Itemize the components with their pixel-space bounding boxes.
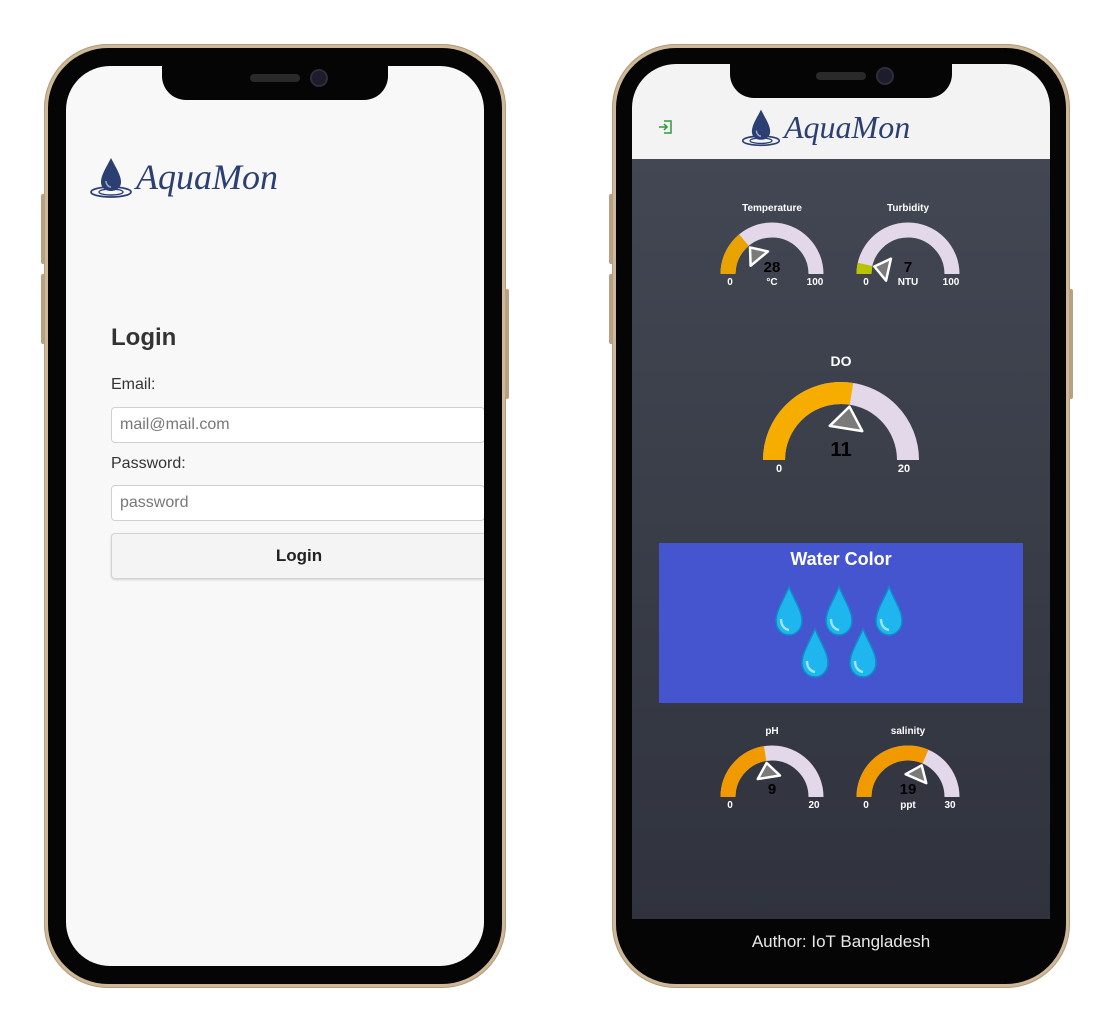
dashboard-phone-frame: AquaMon Temperature 28 0 °C 100 Turbidit…: [609, 44, 1073, 988]
password-field[interactable]: [111, 485, 484, 521]
brand-name: AquaMon: [784, 108, 911, 145]
gauge-unit: ppt: [900, 800, 916, 811]
salinity-gauge: salinity 19 0 ppt 30: [632, 159, 1050, 819]
speaker-grille: [816, 72, 866, 80]
dashboard-panel: Temperature 28 0 °C 100 Turbidity 7 0 NT…: [632, 159, 1050, 919]
phone-side-button: [609, 194, 613, 264]
footer-author: Author: IoT Bangladesh: [751, 932, 931, 951]
phone-side-button: [41, 194, 45, 264]
water-drop-logo-icon: [90, 158, 132, 198]
login-heading: Login: [111, 324, 177, 351]
email-field[interactable]: [111, 407, 484, 443]
brand-name: AquaMon: [136, 157, 278, 197]
phone-side-button: [505, 289, 509, 399]
login-phone-frame: AquaMon Login Email: Password: Login: [41, 44, 509, 988]
speaker-grille: [250, 74, 300, 82]
water-drop-logo-icon: [741, 109, 781, 147]
email-label: Email:: [111, 376, 156, 393]
phone-side-button: [609, 274, 613, 344]
password-label: Password:: [111, 455, 186, 472]
salinity-gauge-dial: [856, 745, 960, 798]
login-button[interactable]: Login: [111, 533, 484, 579]
phone-side-button: [1069, 289, 1073, 399]
gauge-min: 0: [863, 800, 869, 811]
gauge-title: salinity: [890, 726, 926, 737]
dashboard-screen: AquaMon Temperature 28 0 °C 100 Turbidit…: [632, 64, 1050, 964]
front-camera: [878, 69, 892, 83]
gauge-max: 30: [944, 800, 956, 811]
logout-icon[interactable]: [658, 120, 672, 134]
login-screen: AquaMon Login Email: Password: Login: [66, 66, 484, 966]
brand-logo: AquaMon: [740, 106, 910, 148]
gauge-value: 19: [899, 781, 917, 798]
front-camera: [312, 71, 326, 85]
phone-notch: [730, 64, 952, 98]
brand-logo: AquaMon: [88, 154, 278, 200]
phone-notch: [162, 66, 388, 100]
phone-side-button: [41, 274, 45, 344]
